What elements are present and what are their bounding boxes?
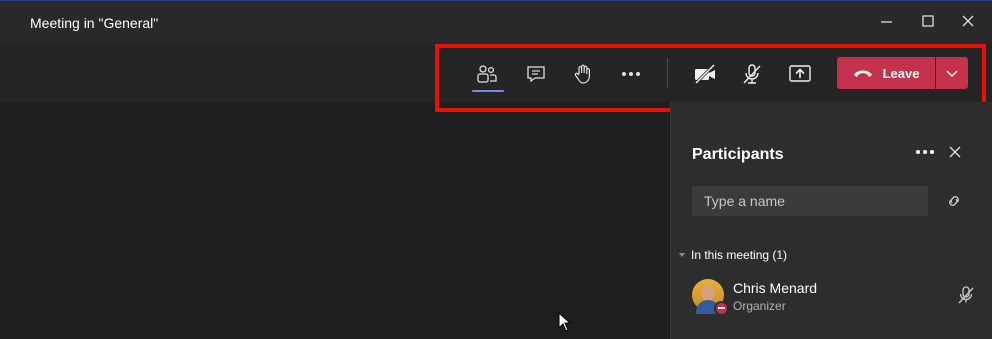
participant-row[interactable]: Chris Menard Organizer: [692, 279, 977, 316]
participant-search-input[interactable]: [692, 186, 928, 216]
participant-mic-status: [956, 285, 976, 305]
panel-close-button[interactable]: [945, 142, 965, 162]
minimize-icon: [881, 21, 892, 23]
panel-title: Participants: [692, 146, 784, 163]
title-bar: Meeting in "General": [0, 0, 992, 42]
participant-role: Organizer: [733, 299, 786, 313]
panel-more-button[interactable]: [913, 140, 937, 164]
more-options-icon: [916, 150, 934, 154]
video-stage: [0, 102, 670, 339]
close-window-button[interactable]: [958, 11, 978, 31]
caret-down-icon: [679, 253, 685, 257]
section-label: In this meeting (1): [691, 248, 788, 262]
close-icon: [949, 146, 961, 158]
section-header-in-meeting[interactable]: In this meeting (1): [679, 248, 787, 262]
busy-status-icon: [714, 301, 729, 316]
maximize-icon: [922, 15, 934, 27]
share-invite-button[interactable]: [944, 191, 964, 211]
mouse-cursor-icon: [558, 312, 572, 332]
window-title: Meeting in "General": [30, 15, 159, 31]
participant-name: Chris Menard: [733, 280, 818, 296]
link-icon: [949, 196, 959, 206]
mic-off-icon: [958, 286, 974, 304]
participants-panel: Participants In this meeting (1) Chris M…: [670, 102, 992, 339]
minimize-button[interactable]: [877, 11, 897, 31]
maximize-button[interactable]: [918, 11, 938, 31]
close-icon: [962, 15, 974, 27]
